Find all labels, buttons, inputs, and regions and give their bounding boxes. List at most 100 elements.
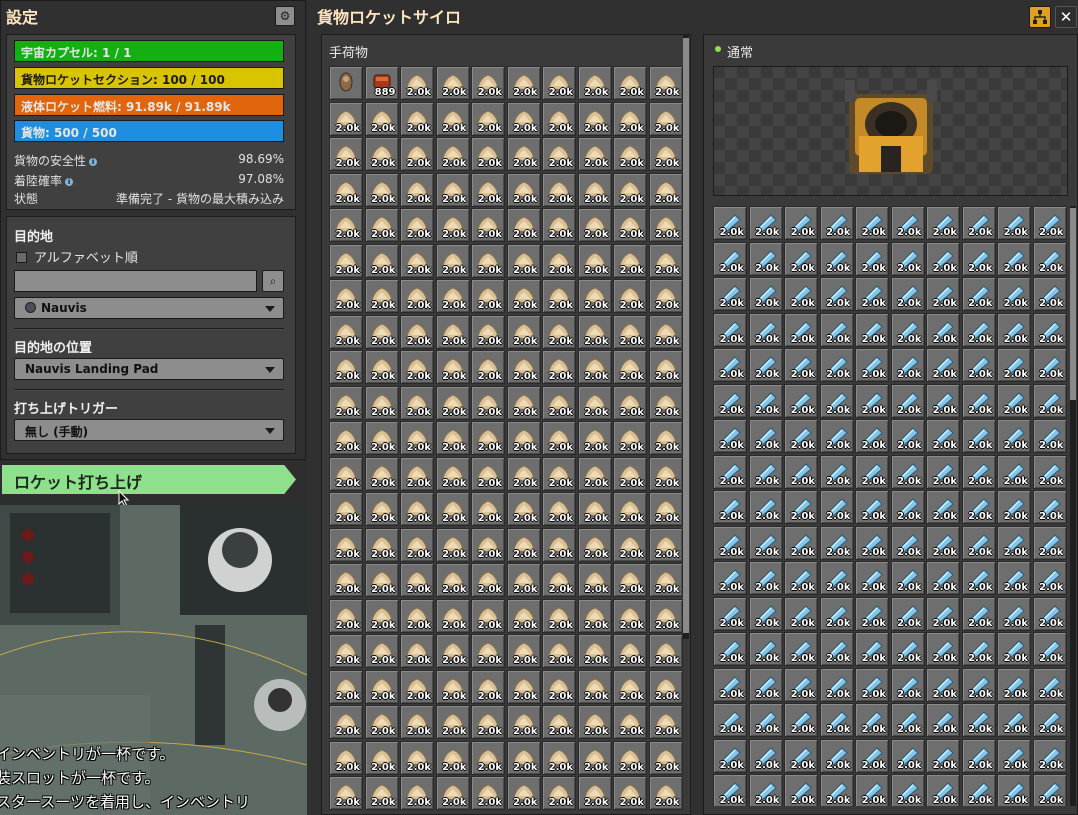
inventory-slot[interactable]: 2.0k: [329, 740, 363, 775]
inventory-slot[interactable]: 2.0k: [577, 208, 612, 242]
cargo-slot[interactable]: 2.0k: [961, 277, 996, 311]
inventory-slot[interactable]: 2.0k: [435, 137, 470, 171]
cargo-slot[interactable]: 2.0k: [713, 206, 747, 240]
inventory-slot[interactable]: 2.0k: [542, 563, 576, 597]
inventory-slot[interactable]: 2.0k: [435, 669, 470, 704]
output-scrollbar[interactable]: [1070, 206, 1076, 806]
inventory-slot[interactable]: 2.0k: [542, 350, 576, 384]
cargo-slot[interactable]: 2.0k: [855, 596, 889, 631]
inventory-slot[interactable]: 2.0k: [400, 563, 434, 597]
cargo-slot[interactable]: 2.0k: [1032, 454, 1067, 489]
cargo-slot[interactable]: 2.0k: [890, 312, 925, 347]
cargo-slot[interactable]: 2.0k: [997, 241, 1031, 276]
inventory-slot[interactable]: 2.0k: [542, 598, 576, 633]
cargo-slot[interactable]: 2.0k: [890, 632, 925, 666]
inventory-slot[interactable]: 2.0k: [613, 598, 647, 633]
cargo-slot[interactable]: 2.0k: [819, 703, 854, 737]
inventory-slot[interactable]: 2.0k: [435, 101, 470, 136]
inventory-slot[interactable]: 2.0k: [329, 172, 363, 207]
cargo-slot[interactable]: 2.0k: [890, 241, 925, 276]
cargo-slot[interactable]: 2.0k: [1032, 312, 1067, 347]
cargo-slot[interactable]: 2.0k: [890, 383, 925, 418]
inventory-slot[interactable]: 2.0k: [613, 243, 647, 278]
cargo-slot[interactable]: 2.0k: [713, 277, 747, 311]
cargo-slot[interactable]: 2.0k: [926, 632, 960, 666]
inventory-slot[interactable]: 2.0k: [577, 740, 612, 775]
inventory-slot[interactable]: 2.0k: [471, 279, 505, 313]
inventory-slot[interactable]: 2.0k: [364, 705, 399, 739]
inventory-slot[interactable]: 2.0k: [364, 279, 399, 313]
inventory-slot[interactable]: 2.0k: [577, 101, 612, 136]
cargo-slot[interactable]: 2.0k: [890, 596, 925, 631]
cargo-slot[interactable]: 2.0k: [961, 596, 996, 631]
inventory-slot[interactable]: 2.0k: [364, 137, 399, 171]
inventory-slot[interactable]: 2.0k: [400, 598, 434, 633]
inventory-slot[interactable]: 2.0k: [542, 634, 576, 668]
cargo-slot[interactable]: 2.0k: [713, 348, 747, 382]
cargo-slot[interactable]: 2.0k: [1032, 667, 1067, 702]
cargo-slot[interactable]: 2.0k: [748, 348, 783, 382]
cargo-slot[interactable]: 2.0k: [997, 632, 1031, 666]
inventory-slot[interactable]: 2.0k: [400, 492, 434, 526]
inventory-slot[interactable]: 2.0k: [613, 563, 647, 597]
inventory-slot[interactable]: 2.0k: [400, 634, 434, 668]
inventory-slot[interactable]: 2.0k: [577, 456, 612, 491]
cargo-slot[interactable]: 2.0k: [713, 596, 747, 631]
cargo-slot[interactable]: 2.0k: [961, 561, 996, 595]
inventory-slot[interactable]: 2.0k: [400, 456, 434, 491]
cargo-slot[interactable]: 2.0k: [855, 383, 889, 418]
cargo-slot[interactable]: 2.0k: [855, 206, 889, 240]
inventory-slot[interactable]: 2.0k: [542, 421, 576, 455]
inventory-slot[interactable]: 2.0k: [364, 669, 399, 704]
inventory-slot[interactable]: 2.0k: [542, 172, 576, 207]
cargo-slot[interactable]: 2.0k: [819, 277, 854, 311]
inventory-slot[interactable]: 2.0k: [471, 172, 505, 207]
inventory-slot[interactable]: 2.0k: [613, 314, 647, 349]
cargo-slot[interactable]: 2.0k: [748, 667, 783, 702]
inventory-slot[interactable]: 2.0k: [542, 527, 576, 562]
search-icon[interactable]: ⌕: [262, 270, 284, 292]
inventory-slot[interactable]: 2.0k: [364, 101, 399, 136]
cargo-slot[interactable]: 2.0k: [819, 241, 854, 276]
inventory-slot[interactable]: 2.0k: [471, 314, 505, 349]
inventory-slot[interactable]: 2.0k: [613, 101, 647, 136]
inventory-slot[interactable]: 2.0k: [364, 208, 399, 242]
inventory-slot[interactable]: 2.0k: [364, 598, 399, 633]
inventory-slot[interactable]: 2.0k: [435, 527, 470, 562]
info-icon[interactable]: i: [89, 157, 98, 166]
inventory-slot[interactable]: 2.0k: [364, 172, 399, 207]
inventory-slot[interactable]: 2.0k: [329, 563, 363, 597]
inventory-slot[interactable]: 2.0k: [471, 137, 505, 171]
inventory-slot[interactable]: 2.0k: [613, 66, 647, 100]
cargo-slot[interactable]: 2.0k: [926, 667, 960, 702]
inventory-slot[interactable]: 2.0k: [364, 314, 399, 349]
inventory-slot[interactable]: 2.0k: [648, 172, 683, 207]
cargo-slot[interactable]: 2.0k: [961, 348, 996, 382]
inventory-slot[interactable]: 2.0k: [400, 740, 434, 775]
inventory-slot[interactable]: 2.0k: [648, 563, 683, 597]
cargo-slot[interactable]: 2.0k: [997, 738, 1031, 773]
inventory-slot[interactable]: 2.0k: [648, 705, 683, 739]
inventory-slot[interactable]: 2.0k: [329, 492, 363, 526]
cargo-slot[interactable]: 2.0k: [997, 277, 1031, 311]
inventory-slot[interactable]: 2.0k: [400, 527, 434, 562]
inventory-slot[interactable]: 2.0k: [577, 705, 612, 739]
cargo-slot[interactable]: 2.0k: [855, 312, 889, 347]
inventory-slot[interactable]: 2.0k: [613, 350, 647, 384]
launch-rocket-button[interactable]: ロケット打ち上げ: [2, 465, 296, 494]
cargo-slot[interactable]: 2.0k: [926, 738, 960, 773]
inventory-slot[interactable]: 2.0k: [577, 634, 612, 668]
cargo-slot[interactable]: 2.0k: [1032, 383, 1067, 418]
cargo-slot[interactable]: 2.0k: [855, 490, 889, 524]
inventory-slot[interactable]: 2.0k: [364, 776, 399, 810]
cargo-slot[interactable]: 2.0k: [713, 383, 747, 418]
cargo-slot[interactable]: 2.0k: [855, 632, 889, 666]
cargo-slot[interactable]: 2.0k: [890, 561, 925, 595]
inventory-slot[interactable]: 2.0k: [400, 137, 434, 171]
inventory-slot[interactable]: 2.0k: [506, 421, 541, 455]
cargo-slot[interactable]: 2.0k: [819, 632, 854, 666]
inventory-slot[interactable]: 2.0k: [506, 740, 541, 775]
inventory-slot[interactable]: 2.0k: [542, 137, 576, 171]
cargo-slot[interactable]: 2.0k: [890, 206, 925, 240]
cargo-slot[interactable]: 2.0k: [748, 632, 783, 666]
